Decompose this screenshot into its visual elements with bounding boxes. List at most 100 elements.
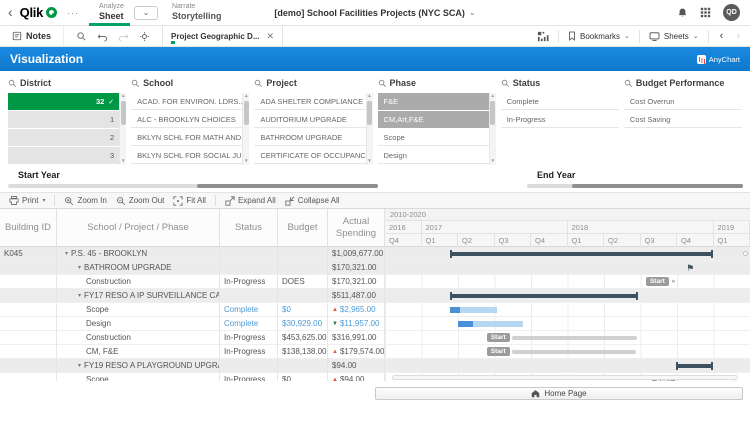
fit-all-button[interactable]: Fit All: [173, 196, 206, 206]
scroll-up-icon[interactable]: ▲: [367, 93, 371, 100]
scroll-thumb[interactable]: [121, 101, 126, 125]
print-button[interactable]: Print▾: [9, 196, 45, 205]
filter-option[interactable]: 32✓: [8, 93, 126, 110]
filter-option[interactable]: 2: [8, 129, 126, 146]
cell-status[interactable]: Complete: [220, 303, 278, 317]
scroll-down-icon[interactable]: ▼: [121, 158, 125, 165]
cell-tree-name[interactable]: Construction: [57, 275, 220, 289]
gantt-bar-summary[interactable]: [450, 252, 713, 256]
end-year-slider[interactable]: End Year: [527, 169, 743, 190]
filter-header-status[interactable]: Status: [501, 76, 619, 90]
back-chevron-icon[interactable]: ‹: [0, 4, 20, 22]
gantt-bar-planned[interactable]: [512, 350, 636, 354]
filter-header-budget-performance[interactable]: Budget Performance: [624, 76, 742, 90]
filter-scrollbar[interactable]: ▲▼: [489, 93, 496, 165]
cell-tree-name[interactable]: Scope: [57, 373, 220, 381]
active-sheet-tab[interactable]: Project Geographic D... ✕: [162, 26, 283, 46]
end-year-track[interactable]: [527, 184, 743, 188]
filter-option[interactable]: Complete: [501, 93, 619, 110]
tab-narrate-storytelling[interactable]: Narrate Storytelling: [162, 0, 228, 26]
filter-option[interactable]: Design: [378, 147, 496, 164]
scroll-down-icon[interactable]: ▼: [367, 158, 371, 165]
scroll-down-icon[interactable]: ▼: [244, 158, 248, 165]
filter-option[interactable]: CERTIFICATE OF OCCUPANC...: [254, 147, 372, 164]
start-year-track[interactable]: [8, 184, 378, 188]
filter-option[interactable]: 1: [8, 111, 126, 128]
filter-option[interactable]: ALC - BROOKLYN CHOICES: [131, 111, 249, 128]
scroll-thumb[interactable]: [490, 101, 495, 125]
start-year-range[interactable]: [197, 184, 378, 188]
scroll-up-icon[interactable]: ▲: [121, 93, 125, 100]
cell-tree-name[interactable]: Design: [57, 317, 220, 331]
collapse-caret-icon[interactable]: ▾: [78, 264, 81, 271]
filter-option[interactable]: BATHROOM UPGRADE: [254, 129, 372, 146]
start-year-slider[interactable]: Start Year: [8, 169, 378, 190]
bookmarks-dropdown[interactable]: Bookmarks ⌄: [568, 31, 630, 41]
filter-option[interactable]: BKLYN SCHL FOR MATH AND...: [131, 129, 249, 146]
scroll-up-icon[interactable]: ▲: [244, 93, 248, 100]
sheet-dropdown-button[interactable]: ⌄: [134, 6, 158, 20]
filter-option[interactable]: Cost Overrun: [624, 93, 742, 110]
sheets-dropdown[interactable]: Sheets ⌄: [649, 32, 699, 41]
scroll-up-icon[interactable]: ▲: [490, 93, 494, 100]
collapse-caret-icon[interactable]: ▾: [78, 362, 81, 369]
filter-option[interactable]: CM,Art,F&E: [378, 111, 496, 128]
gantt-start-badge[interactable]: Start: [487, 333, 510, 342]
home-page-button[interactable]: Home Page: [375, 387, 743, 400]
gantt-bar-planned[interactable]: [512, 336, 637, 340]
filter-scrollbar[interactable]: ▲▼: [242, 93, 249, 165]
previous-sheet-chevron[interactable]: ‹: [718, 30, 726, 42]
gantt-start-badge[interactable]: Start: [646, 277, 669, 286]
filter-option[interactable]: AUDITORIUM UPGRADE: [254, 111, 372, 128]
more-menu-icon[interactable]: ···: [67, 8, 79, 18]
close-icon[interactable]: ✕: [266, 31, 274, 42]
cell-status[interactable]: Complete: [220, 317, 278, 331]
zoom-in-button[interactable]: Zoom In: [64, 196, 106, 206]
scroll-thumb[interactable]: [367, 101, 372, 125]
gantt-milestone-flag-icon[interactable]: ⚑: [686, 262, 694, 274]
filter-header-phase[interactable]: Phase: [378, 76, 496, 90]
collapse-caret-icon[interactable]: ▾: [78, 292, 81, 299]
gantt-start-badge[interactable]: Start: [487, 347, 510, 356]
selection-step-back-icon[interactable]: [97, 31, 108, 42]
selections-tool-icon[interactable]: [139, 31, 150, 42]
filter-scrollbar[interactable]: ▲▼: [366, 93, 373, 165]
collapse-all-button[interactable]: Collapse All: [285, 196, 340, 206]
end-year-range[interactable]: [572, 184, 743, 188]
filter-header-district[interactable]: District: [8, 76, 126, 90]
filter-header-school[interactable]: School: [131, 76, 249, 90]
cell-tree-name[interactable]: CM, F&E: [57, 345, 220, 359]
scroll-down-icon[interactable]: ▼: [490, 158, 494, 165]
app-title-dropdown[interactable]: [demo] School Facilities Projects (NYC S…: [274, 8, 475, 18]
gantt-horizontal-scrollbar[interactable]: [392, 375, 738, 380]
filter-option[interactable]: BKLYN SCHL FOR SOCIAL JU...: [131, 147, 249, 164]
gantt-milestone-circle[interactable]: [743, 251, 748, 256]
smart-search-icon[interactable]: [76, 31, 87, 42]
gantt-bar-summary[interactable]: [450, 294, 638, 298]
cell-tree-name[interactable]: ▾FY17 RESO A IP SURVEILLANCE CAMERA INST…: [57, 289, 220, 303]
filter-option[interactable]: ADA SHELTER COMPLIANCE: [254, 93, 372, 110]
insight-advisor-icon[interactable]: [537, 31, 549, 42]
cell-budget[interactable]: $0: [278, 303, 328, 317]
cell-tree-name[interactable]: Construction: [57, 331, 220, 345]
cell-tree-name[interactable]: Scope: [57, 303, 220, 317]
anychart-badge[interactable]: AnyChart: [697, 55, 740, 64]
notes-button[interactable]: Notes: [0, 26, 64, 46]
tab-analyze-sheet[interactable]: Analyze Sheet: [89, 0, 130, 26]
cell-tree-name[interactable]: ▾BATHROOM UPGRADE: [57, 261, 220, 275]
filter-option[interactable]: In-Progress: [501, 111, 619, 128]
cell-budget[interactable]: $30,929.00: [278, 317, 328, 331]
app-launcher-grid-icon[interactable]: [700, 7, 711, 18]
gantt-bar-progress[interactable]: [458, 321, 523, 327]
gantt-bar-progress[interactable]: [450, 307, 497, 313]
notifications-bell-icon[interactable]: [677, 7, 688, 19]
cell-tree-name[interactable]: ▾P.S. 45 - BROOKLYN: [57, 247, 220, 261]
filter-option[interactable]: Scope: [378, 129, 496, 146]
filter-option[interactable]: Cost Saving: [624, 111, 742, 128]
cell-tree-name[interactable]: ▾FY19 RESO A PLAYGROUND UPGRADE: [57, 359, 220, 373]
gantt-bar-summary[interactable]: [676, 364, 713, 368]
filter-option[interactable]: ACAD. FOR ENVIRON. LDRS...: [131, 93, 249, 110]
filter-option[interactable]: 3: [8, 147, 126, 164]
collapse-caret-icon[interactable]: ▾: [65, 250, 68, 257]
filter-header-project[interactable]: Project: [254, 76, 372, 90]
